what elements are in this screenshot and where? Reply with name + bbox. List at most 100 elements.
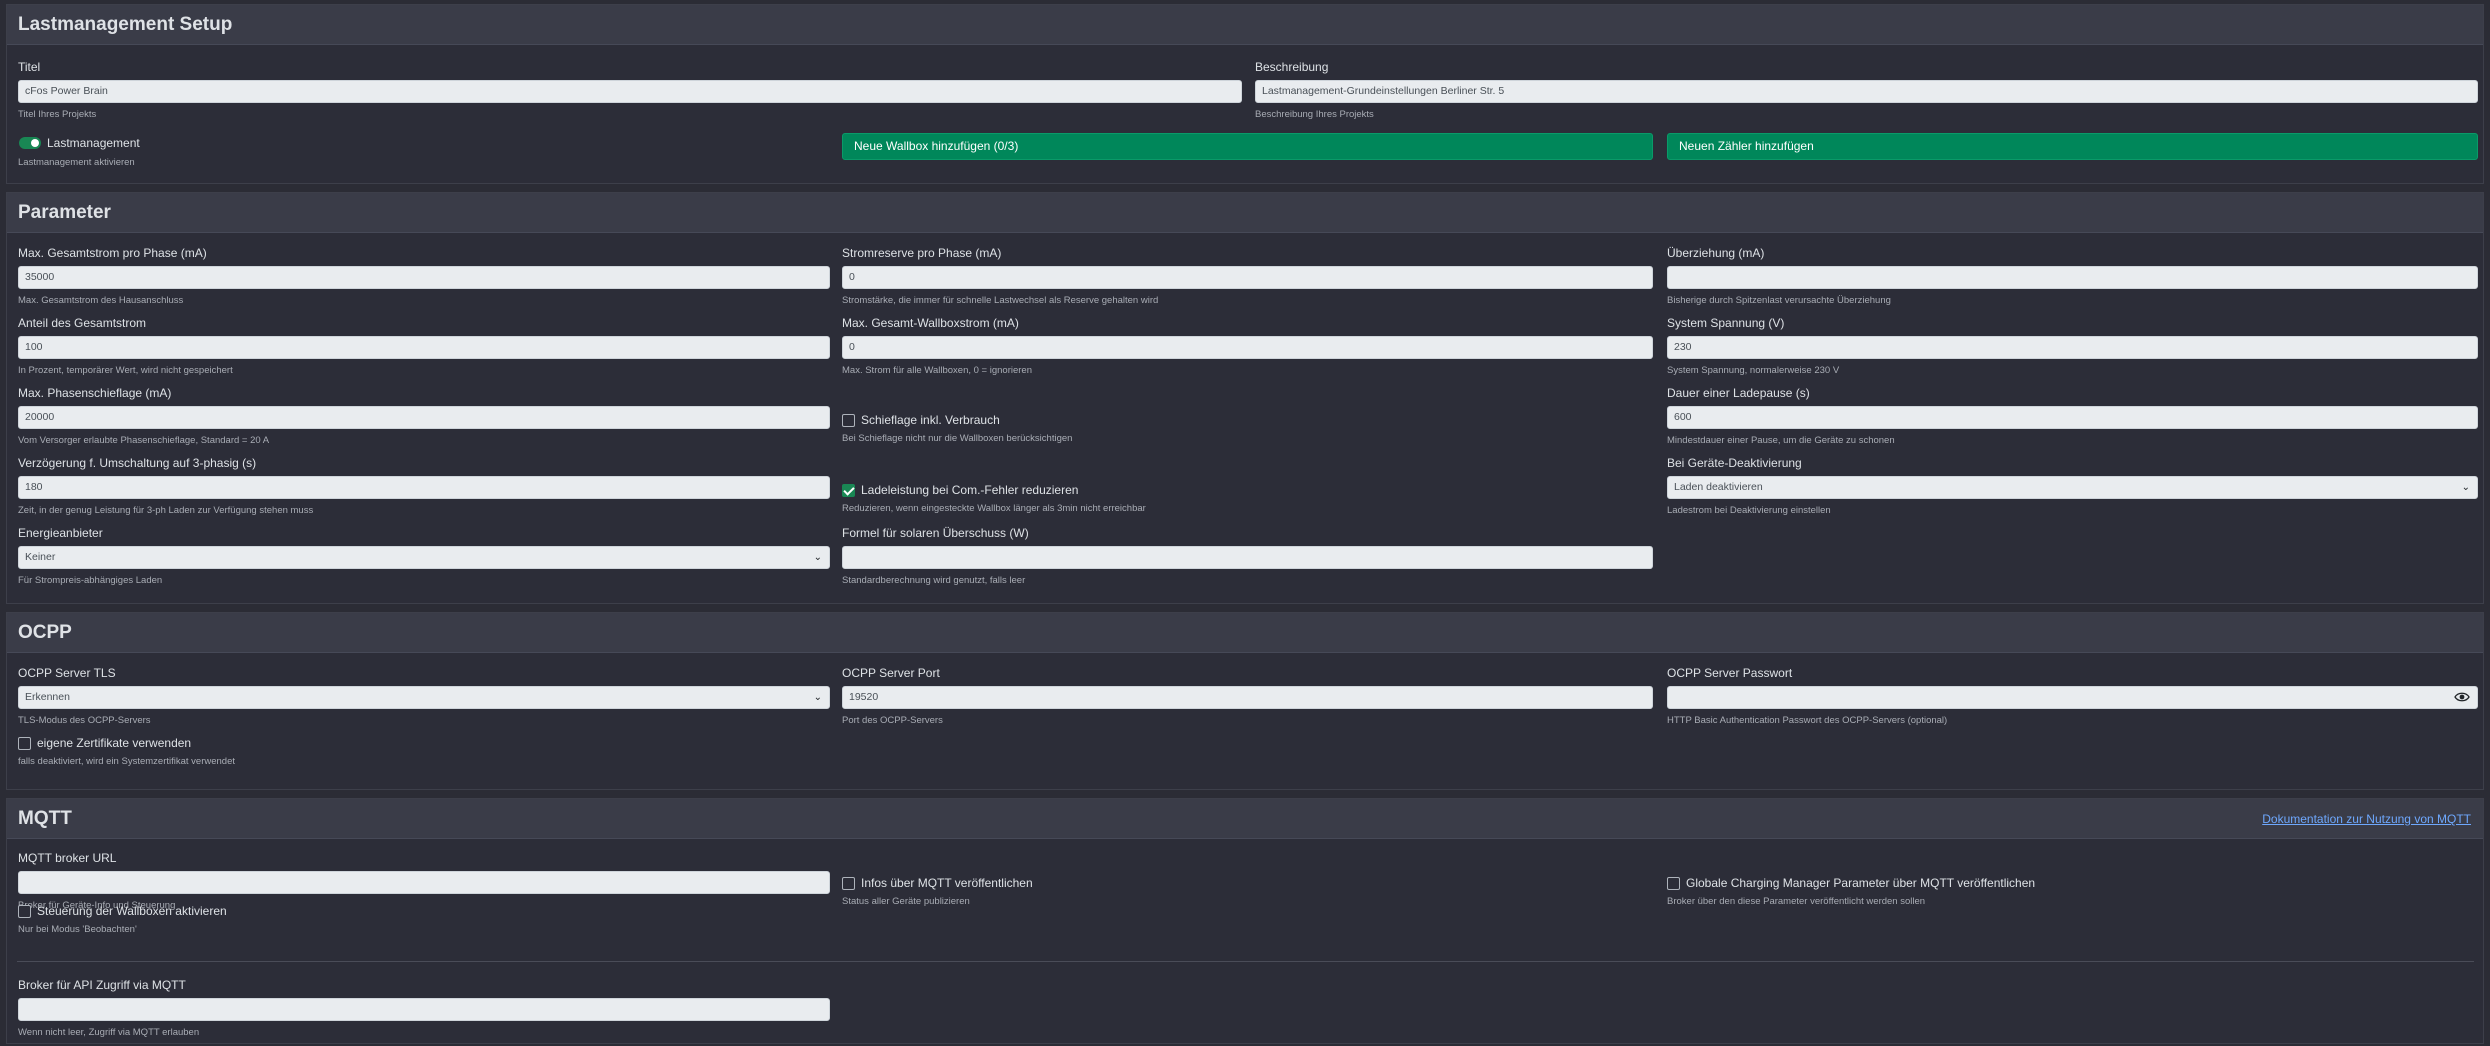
ocpp-header: OCPP [7, 613, 2483, 653]
description-label: Beschreibung [1255, 60, 1329, 74]
max-wallbox-current-input[interactable]: 0 [842, 336, 1653, 359]
device-deactivation-label: Bei Geräte-Deaktivierung [1667, 456, 1802, 470]
max-wallbox-current-label: Max. Gesamt-Wallboxstrom (mA) [842, 316, 1019, 330]
own-certificates-label: eigene Zertifikate verwenden [37, 736, 192, 750]
mqtt-card: MQTT Dokumentation zur Nutzung von MQTT … [6, 798, 2484, 1044]
chevron-down-icon: ⌄ [813, 552, 822, 563]
parameter-header: Parameter [7, 193, 2483, 233]
charge-pause-label: Dauer einer Ladepause (s) [1667, 386, 1810, 400]
ocpp-password-input[interactable] [1667, 686, 2478, 709]
total-share-label: Anteil des Gesamtstrom [18, 316, 147, 330]
own-certificates-help: falls deaktiviert, wird ein Systemzertif… [18, 756, 235, 767]
mqtt-api-broker-field: Broker für API Zugriff via MQTT Wenn nic… [18, 978, 830, 1039]
mqtt-broker-label: MQTT broker URL [18, 851, 117, 865]
lastmanagement-label: Lastmanagement [47, 136, 140, 150]
mqtt-divider [17, 961, 2474, 962]
wallbox-control-help: Nur bei Modus 'Beobachten' [18, 924, 137, 935]
mqtt-publish-checkbox[interactable] [842, 876, 855, 890]
wallbox-control-label: Steuerung der Wallboxen aktivieren [37, 904, 227, 918]
system-voltage-field: System Spannung (V) 230 System Spannung,… [1667, 316, 2478, 377]
ocpp-password-help: HTTP Basic Authentication Passwort des O… [1667, 715, 1948, 726]
title-input[interactable]: cFos Power Brain [18, 80, 1242, 103]
lastmanagement-toggle[interactable] [19, 137, 41, 149]
phase-imbalance-help: Vom Versorger erlaubte Phasenschieflage,… [18, 435, 270, 446]
max-wallbox-current-help: Max. Strom für alle Wallboxen, 0 = ignor… [842, 365, 1032, 376]
chevron-down-icon: ⌄ [2461, 482, 2470, 493]
ocpp-password-field: OCPP Server Passwort HTTP Basic Authenti… [1667, 666, 2478, 727]
own-certificates-checkbox-row[interactable]: eigene Zertifikate verwenden [18, 735, 191, 751]
description-input[interactable]: Lastmanagement-Grundeinstellungen Berlin… [1255, 80, 2478, 103]
total-share-field: Anteil des Gesamtstrom 100 In Prozent, t… [18, 316, 830, 377]
skew-consumption-checkbox-row[interactable]: Schieflage inkl. Verbrauch [842, 412, 1000, 428]
setup-title: Lastmanagement Setup [18, 14, 233, 35]
energy-provider-help: Für Strompreis-abhängiges Laden [18, 575, 163, 586]
phase-imbalance-input[interactable]: 20000 [18, 406, 830, 429]
ocpp-tls-select[interactable]: Erkennen ⌄ [18, 686, 830, 709]
charge-pause-help: Mindestdauer einer Pause, um die Geräte … [1667, 435, 1895, 446]
overdraw-label: Überziehung (mA) [1667, 246, 1765, 260]
max-total-current-input[interactable]: 35000 [18, 266, 830, 289]
ocpp-port-help: Port des OCPP-Servers [842, 715, 943, 726]
charge-pause-field: Dauer einer Ladepause (s) 600 Mindestdau… [1667, 386, 2478, 447]
mqtt-api-broker-help: Wenn nicht leer, Zugriff via MQTT erlaub… [18, 1027, 200, 1038]
solar-formula-input[interactable] [842, 546, 1653, 569]
solar-formula-help: Standardberechnung wird genutzt, falls l… [842, 575, 1026, 586]
ocpp-title: OCPP [18, 622, 72, 643]
eye-icon[interactable] [2454, 690, 2470, 704]
total-share-input[interactable]: 100 [18, 336, 830, 359]
lastmanagement-toggle-row[interactable]: Lastmanagement [19, 135, 140, 151]
device-deactivation-select[interactable]: Laden deaktivieren ⌄ [1667, 476, 2478, 499]
max-total-current-help: Max. Gesamtstrom des Hausanschluss [18, 295, 184, 306]
overdraw-input[interactable] [1667, 266, 2478, 289]
device-deactivation-field: Bei Geräte-Deaktivierung Laden deaktivie… [1667, 456, 2478, 517]
current-reserve-label: Stromreserve pro Phase (mA) [842, 246, 1002, 260]
mqtt-global-params-checkbox-row[interactable]: Globale Charging Manager Parameter über … [1667, 875, 2035, 891]
ocpp-port-input[interactable]: 19520 [842, 686, 1653, 709]
max-total-current-field: Max. Gesamtstrom pro Phase (mA) 35000 Ma… [18, 246, 830, 307]
system-voltage-input[interactable]: 230 [1667, 336, 2478, 359]
current-reserve-input[interactable]: 0 [842, 266, 1653, 289]
add-wallbox-button[interactable]: Neue Wallbox hinzufügen (0/3) [842, 133, 1653, 160]
current-reserve-field: Stromreserve pro Phase (mA) 0 Stromstärk… [842, 246, 1653, 307]
reduce-on-error-checkbox[interactable] [842, 483, 855, 497]
mqtt-api-broker-input[interactable] [18, 998, 830, 1021]
skew-consumption-label: Schieflage inkl. Verbrauch [861, 413, 1000, 427]
skew-consumption-checkbox[interactable] [842, 413, 855, 427]
overdraw-help: Bisherige durch Spitzenlast verursachte … [1667, 295, 1891, 306]
ocpp-password-label: OCPP Server Passwort [1667, 666, 1793, 680]
ocpp-port-field: OCPP Server Port 19520 Port des OCPP-Ser… [842, 666, 1653, 727]
reduce-on-error-checkbox-row[interactable]: Ladeleistung bei Com.-Fehler reduzieren [842, 482, 1078, 498]
overdraw-field: Überziehung (mA) Bisherige durch Spitzen… [1667, 246, 2478, 307]
mqtt-header: MQTT Dokumentation zur Nutzung von MQTT [7, 799, 2483, 839]
own-certificates-checkbox[interactable] [18, 736, 31, 750]
mqtt-global-params-checkbox[interactable] [1667, 876, 1680, 890]
device-deactivation-help: Ladestrom bei Deaktivierung einstellen [1667, 505, 1831, 516]
title-label: Titel [18, 60, 41, 74]
ocpp-port-label: OCPP Server Port [842, 666, 940, 680]
total-share-help: In Prozent, temporärer Wert, wird nicht … [18, 365, 233, 376]
energy-provider-select[interactable]: Keiner ⌄ [18, 546, 830, 569]
chevron-down-icon: ⌄ [813, 692, 822, 703]
ocpp-tls-field: OCPP Server TLS Erkennen ⌄ TLS-Modus des… [18, 666, 830, 727]
switch-delay-label: Verzögerung f. Umschaltung auf 3-phasig … [18, 456, 257, 470]
parameter-title: Parameter [18, 202, 111, 223]
add-meter-button[interactable]: Neuen Zähler hinzufügen [1667, 133, 2478, 160]
mqtt-title: MQTT [18, 808, 72, 829]
energy-provider-label: Energieanbieter [18, 526, 103, 540]
current-reserve-help: Stromstärke, die immer für schnelle Last… [842, 295, 1159, 306]
charge-pause-input[interactable]: 600 [1667, 406, 2478, 429]
reduce-on-error-label: Ladeleistung bei Com.-Fehler reduzieren [861, 483, 1079, 497]
switch-delay-help: Zeit, in der genug Leistung für 3-ph Lad… [18, 505, 314, 516]
description-field: Beschreibung Lastmanagement-Grundeinstel… [1255, 60, 2478, 121]
max-total-current-label: Max. Gesamtstrom pro Phase (mA) [18, 246, 207, 260]
skew-consumption-help: Bei Schieflage nicht nur die Wallboxen b… [842, 433, 1073, 444]
switch-delay-input[interactable]: 180 [18, 476, 830, 499]
solar-formula-field: Formel für solaren Überschuss (W) Standa… [842, 526, 1653, 587]
mqtt-publish-checkbox-row[interactable]: Infos über MQTT veröffentlichen [842, 875, 1033, 891]
wallbox-control-checkbox[interactable] [18, 904, 31, 918]
wallbox-control-checkbox-row[interactable]: Steuerung der Wallboxen aktivieren [18, 903, 227, 919]
mqtt-documentation-link[interactable]: Dokumentation zur Nutzung von MQTT [2262, 812, 2471, 826]
mqtt-broker-input[interactable] [18, 871, 830, 894]
mqtt-api-broker-label: Broker für API Zugriff via MQTT [18, 978, 186, 992]
mqtt-global-params-label: Globale Charging Manager Parameter über … [1686, 876, 2036, 890]
